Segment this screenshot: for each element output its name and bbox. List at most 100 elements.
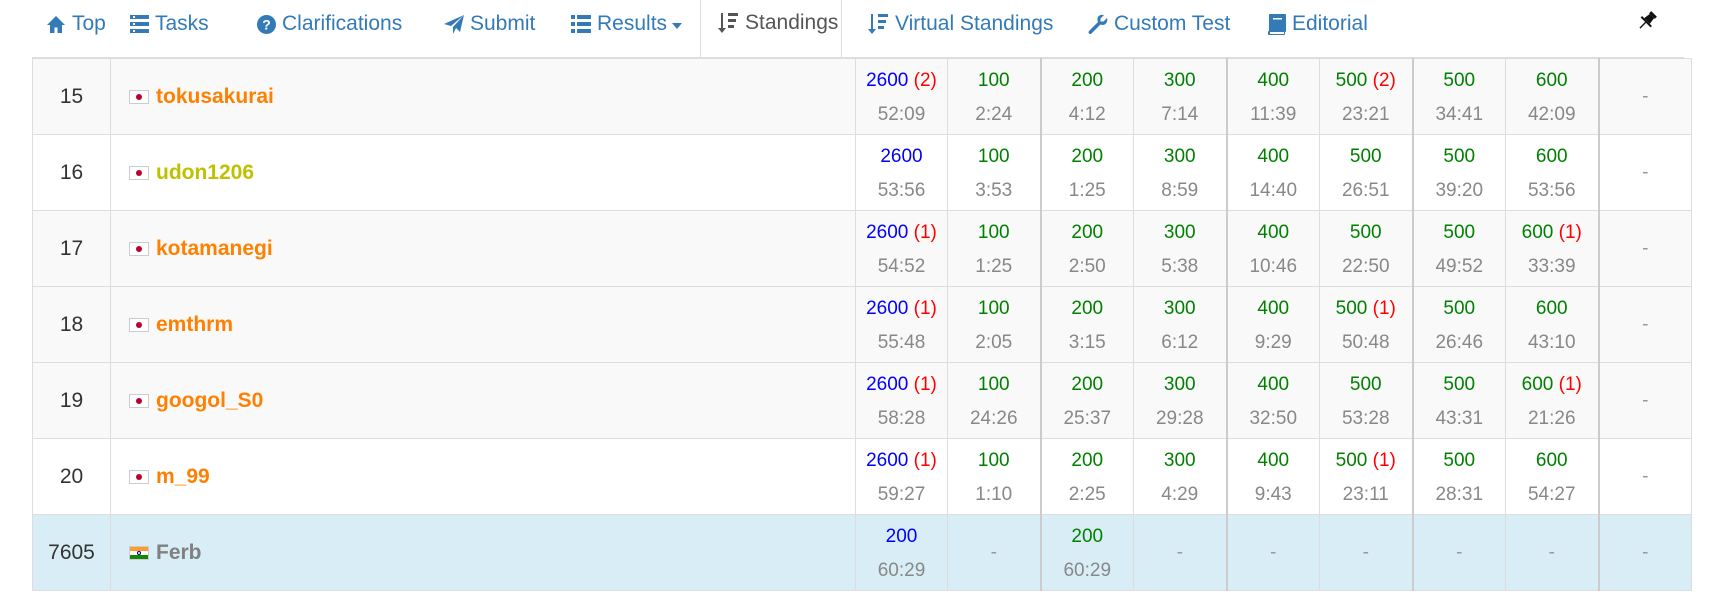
table-row: 20 m_99 2600 (1) 59:27 100 1:10 200 2:25 300 4:29… <box>32 438 1692 515</box>
task-score-cell: 200 2:25 <box>1039 438 1134 515</box>
task-score-line: 200 <box>1042 371 1134 399</box>
pin-icon[interactable] <box>1636 10 1658 32</box>
task-time: 4:12 <box>1068 103 1106 125</box>
total-score-cell: 2600 53:56 <box>855 134 948 211</box>
nav-clarifications[interactable]: ? Clarifications <box>257 0 402 48</box>
task-score-line: 500 (1) <box>1320 447 1412 475</box>
task-score-cell: 300 5:38 <box>1133 210 1227 287</box>
no-submission-dash: - <box>1642 389 1649 411</box>
task-time: 23:21 <box>1341 103 1390 125</box>
task-time: 1:10 <box>975 483 1013 505</box>
task-time: 43:31 <box>1435 407 1484 429</box>
task-score-cell: 500 (2) 23:21 <box>1319 58 1413 135</box>
task-score: 100 <box>977 373 1010 395</box>
table-row: 17 kotamanegi 2600 (1) 54:52 100 1:25 200 2:50 3… <box>32 210 1692 287</box>
task-time: 9:29 <box>1254 331 1292 353</box>
task-score: 200 <box>1071 297 1104 319</box>
username-link[interactable]: tokusakurai <box>156 85 274 108</box>
total-score-cell: 2600 (1) 59:27 <box>855 438 948 515</box>
task-score-cell: 300 8:59 <box>1133 134 1227 211</box>
task-time: 2:05 <box>975 331 1013 353</box>
task-time: 32:50 <box>1249 407 1298 429</box>
table-row: 16 udon1206 2600 53:56 100 3:53 200 1:25 300 8:59… <box>32 134 1692 211</box>
task-score-cell: 300 29:28 <box>1133 362 1227 439</box>
total-score-line: 200 <box>856 523 947 551</box>
nav-tasks-label: Tasks <box>155 12 209 35</box>
standings-body: 15 tokusakurai 2600 (2) 52:09 100 2:24 200 4:12… <box>32 58 1692 591</box>
task-score-cell: 600 43:10 <box>1505 286 1599 363</box>
task-score: 500 <box>1349 145 1382 167</box>
username-link[interactable]: m_99 <box>156 465 210 488</box>
task-score: 200 <box>1071 145 1104 167</box>
task-score-line: 400 <box>1228 371 1320 399</box>
task-score: 100 <box>977 297 1010 319</box>
total-score-line: 2600 (1) <box>856 219 947 247</box>
total-score-line: 2600 (1) <box>856 295 947 323</box>
task-score-cell: 100 2:05 <box>947 286 1041 363</box>
task-score-cell: 200 1:25 <box>1039 134 1134 211</box>
tab-standings[interactable]: Standings <box>700 0 842 57</box>
japan-flag-icon <box>129 165 149 180</box>
total-score-cell: 200 60:29 <box>855 514 948 591</box>
username-link[interactable]: kotamanegi <box>156 237 273 260</box>
task-time: 9:43 <box>1254 483 1292 505</box>
task-score-cell: - <box>1597 58 1692 135</box>
task-time: 50:48 <box>1341 331 1390 353</box>
standings-table: 15 tokusakurai 2600 (2) 52:09 100 2:24 200 4:12… <box>32 58 1692 591</box>
task-time: 39:20 <box>1435 179 1484 201</box>
task-score-cell: 500 26:51 <box>1319 134 1413 211</box>
task-score: 400 <box>1257 449 1290 471</box>
book-icon <box>1268 13 1286 35</box>
nav-editorial[interactable]: Editorial <box>1268 0 1368 48</box>
nav-virtual-standings[interactable]: Virtual Standings <box>867 0 1053 48</box>
username-link[interactable]: emthrm <box>156 313 233 336</box>
task-score-cell: 100 3:53 <box>947 134 1041 211</box>
task-score-cell: - <box>1411 514 1506 591</box>
total-score-line: 2600 <box>856 143 947 171</box>
task-time: 3:15 <box>1068 331 1106 353</box>
task-score-line: 400 <box>1228 143 1320 171</box>
rank-cell: 17 <box>32 210 111 287</box>
task-score: 300 <box>1163 297 1196 319</box>
task-score-line: 300 <box>1134 219 1226 247</box>
task-score-cell: 600 53:56 <box>1505 134 1599 211</box>
username-link[interactable]: Ferb <box>156 541 202 564</box>
task-score-line: 500 <box>1320 371 1412 399</box>
penalty-count: (1) <box>1558 221 1582 243</box>
task-score-line: 100 <box>948 219 1040 247</box>
total-time: 55:48 <box>877 331 926 353</box>
task-score-cell: - <box>1133 514 1227 591</box>
nav-submit[interactable]: Submit <box>444 0 535 48</box>
task-score-line: 600 <box>1506 295 1598 323</box>
task-score-line: 600 <box>1506 447 1598 475</box>
no-submission-dash: - <box>1642 161 1649 183</box>
task-score: 600 <box>1521 221 1554 243</box>
penalty-count: (1) <box>1558 373 1582 395</box>
penalty-count: (1) <box>913 373 937 395</box>
task-score-cell: 100 1:10 <box>947 438 1041 515</box>
nav-results-dropdown[interactable]: Results <box>571 0 683 48</box>
task-score-line: 300 <box>1134 295 1226 323</box>
username-link[interactable]: udon1206 <box>156 161 254 184</box>
task-score-line: 500 <box>1414 447 1506 475</box>
task-score-line: 500 <box>1414 219 1506 247</box>
task-score-line: 100 <box>948 295 1040 323</box>
nav-tasks[interactable]: Tasks <box>130 0 209 48</box>
username-link[interactable]: googol_S0 <box>156 389 263 412</box>
table-row-current-user: 7605 Ferb 200 60:29 - 200 60:29 - - - - - - <box>32 514 1692 591</box>
task-score: 100 <box>977 69 1010 91</box>
task-score-cell: 500 34:41 <box>1411 58 1506 135</box>
task-time: 49:52 <box>1435 255 1484 277</box>
nav-custom-test[interactable]: Custom Test <box>1088 0 1230 48</box>
task-score-line: 600 (1) <box>1506 219 1598 247</box>
nav-top[interactable]: Top <box>46 0 106 48</box>
no-submission-dash: - <box>1642 313 1649 335</box>
task-score-line: 500 <box>1414 295 1506 323</box>
task-score-cell: 600 54:27 <box>1505 438 1599 515</box>
task-score-cell: 200 3:15 <box>1039 286 1134 363</box>
task-score: 500 <box>1443 373 1476 395</box>
japan-flag-icon <box>129 241 149 256</box>
user-cell: emthrm <box>110 286 856 363</box>
task-time: 53:56 <box>1527 179 1576 201</box>
user-cell: m_99 <box>110 438 856 515</box>
